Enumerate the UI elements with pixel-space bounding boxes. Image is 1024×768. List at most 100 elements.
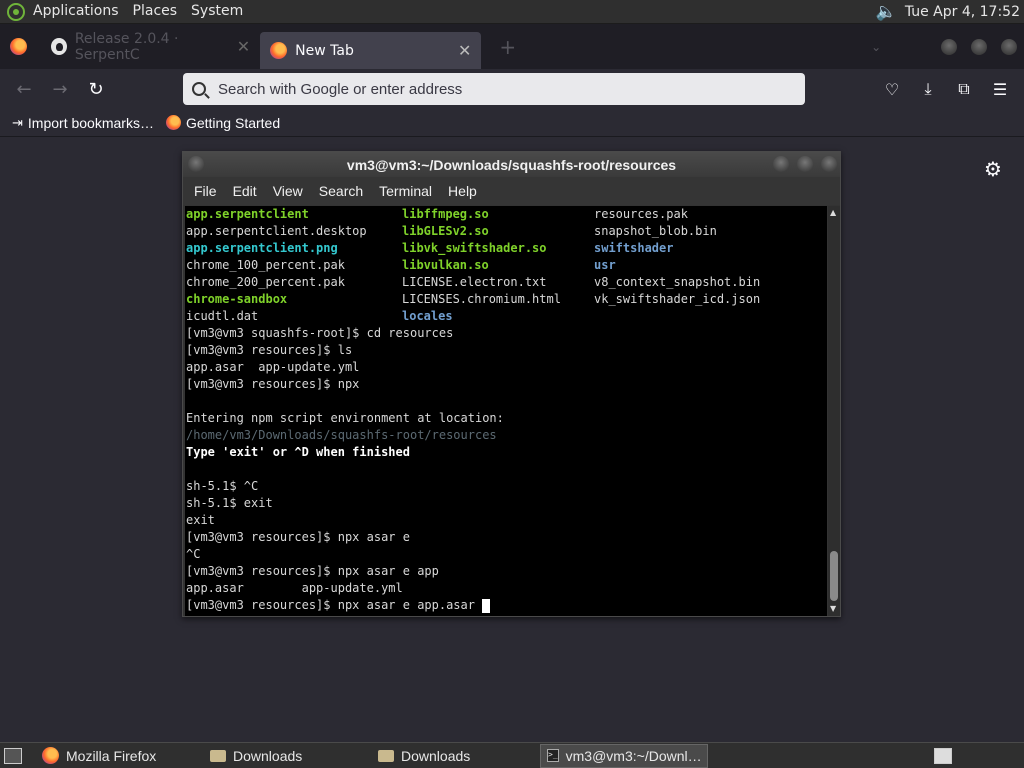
menu-edit[interactable]: Edit <box>225 183 265 199</box>
terminal-scrollbar[interactable]: ▲ ▼ <box>828 206 840 616</box>
terminal-menubar: File Edit View Search Terminal Help <box>183 177 840 205</box>
scroll-down-icon[interactable]: ▼ <box>830 604 836 613</box>
terminal-text: exit <box>186 513 215 527</box>
menu-places[interactable]: Places <box>126 0 185 24</box>
terminal-text: sh-5.1$ ^C <box>186 479 259 493</box>
terminal-line: ^C <box>185 546 827 563</box>
terminal-text: app.asar app-update.yml <box>186 581 403 595</box>
taskbar-item-downloads-1[interactable]: Downloads <box>204 744 372 768</box>
list-tabs-chevron-icon[interactable]: ⌄ <box>871 40 881 54</box>
terminal-line: app.serpentclient.desktop libGLESv2.so sna… <box>185 223 827 240</box>
bookmark-label: Getting Started <box>185 114 281 131</box>
file-entry: libffmpeg.so <box>402 207 489 221</box>
terminal-line: Entering npm script environment at locat… <box>185 410 827 427</box>
clock[interactable]: Tue Apr 4, 17:52 <box>897 4 1024 20</box>
terminal-cursor <box>482 598 491 613</box>
github-icon <box>50 38 67 55</box>
search-icon <box>192 82 206 96</box>
terminal-window[interactable]: vm3@vm3:~/Downloads/squashfs-root/resour… <box>182 151 841 617</box>
terminal-line: chrome-sandbox LICENSES.chromium.html vk_s… <box>185 291 827 308</box>
bookmark-import[interactable]: ⇥ Import bookmarks… <box>0 115 160 131</box>
task-label: Downloads <box>401 747 471 764</box>
file-entry: libvk_swiftshader.so <box>402 241 547 255</box>
close-tab-icon[interactable]: ✕ <box>458 41 471 60</box>
back-button[interactable]: ← <box>6 73 42 105</box>
volume-icon[interactable]: 🔈 <box>876 2 897 22</box>
tab-strip: Release 2.0.4 · SerpentC ✕ New Tab ✕ + ⌄ <box>0 24 1024 69</box>
close-icon[interactable] <box>821 156 837 172</box>
file-entry: resources.pak <box>594 207 688 221</box>
terminal-line: app.asar app-update.yml <box>185 359 827 376</box>
task-label: Downloads <box>233 747 303 764</box>
downloads-button[interactable]: ⤓ <box>910 69 946 109</box>
close-window-icon[interactable] <box>1001 38 1017 55</box>
file-entry: snapshot_blob.bin <box>594 224 717 238</box>
firefox-view-icon <box>10 38 27 55</box>
close-tab-icon[interactable]: ✕ <box>237 37 250 56</box>
terminal-line: chrome_200_percent.pak LICENSE.electron.t… <box>185 274 827 291</box>
terminal-line: app.asar app-update.yml <box>185 580 827 597</box>
terminal-text: [vm3@vm3 resources]$ npx asar e app.asar <box>186 598 483 612</box>
workspace-switcher-icon[interactable] <box>934 747 952 764</box>
terminal-text: app.asar app-update.yml <box>186 360 360 374</box>
taskbar-item-terminal[interactable]: >_ vm3@vm3:~/Downl… <box>540 743 708 768</box>
firefox-view-button[interactable] <box>0 24 36 69</box>
bookmark-getting-started[interactable]: Getting Started <box>160 115 286 131</box>
terminal-text: Entering npm script environment at locat… <box>186 411 504 425</box>
terminal-line: [vm3@vm3 resources]$ npx asar e <box>185 529 827 546</box>
tab-release[interactable]: Release 2.0.4 · SerpentC ✕ <box>36 24 260 69</box>
file-entry: icudtl.dat <box>186 309 259 323</box>
maximize-icon[interactable] <box>971 38 988 55</box>
show-desktop-icon[interactable] <box>4 747 22 764</box>
import-icon: ⇥ <box>12 114 23 130</box>
new-tab-plus-icon[interactable]: + <box>499 35 516 59</box>
file-entry: libGLESv2.so <box>402 224 489 238</box>
terminal-line: [vm3@vm3 resources]$ npx asar e app.asar <box>185 597 827 614</box>
pocket-button[interactable]: ♡ <box>874 69 910 109</box>
bottom-taskbar: Mozilla Firefox Downloads Downloads >_ v… <box>0 742 1024 768</box>
menu-help[interactable]: Help <box>440 183 485 199</box>
scrollbar-thumb[interactable] <box>830 551 838 601</box>
menu-terminal[interactable]: Terminal <box>371 183 440 199</box>
task-label: Mozilla Firefox <box>66 747 157 764</box>
gear-icon[interactable]: ⚙ <box>982 158 1004 180</box>
url-bar[interactable] <box>183 73 805 105</box>
terminal-line: [vm3@vm3 resources]$ npx asar e app <box>185 563 827 580</box>
file-entry: v8_context_snapshot.bin <box>594 275 761 289</box>
address-input[interactable] <box>218 80 778 98</box>
folder-icon <box>210 749 226 762</box>
reload-button[interactable]: ↻ <box>78 73 114 105</box>
firefox-icon <box>42 747 59 764</box>
scroll-up-icon[interactable]: ▲ <box>830 208 836 217</box>
file-entry: swiftshader <box>594 241 674 255</box>
folder-icon <box>378 749 394 762</box>
forward-button[interactable]: → <box>42 73 78 105</box>
menu-search[interactable]: Search <box>311 183 371 199</box>
extensions-button[interactable]: ⧉ <box>946 69 982 109</box>
terminal-titlebar[interactable]: vm3@vm3:~/Downloads/squashfs-root/resour… <box>183 152 840 177</box>
menu-system[interactable]: System <box>184 0 250 24</box>
file-entry: locales <box>402 309 453 323</box>
terminal-line: Type 'exit' or ^D when finished <box>185 444 827 461</box>
navigation-toolbar: ← → ↻ ♡ ⤓ ⧉ ☰ <box>0 69 1024 109</box>
menu-applications[interactable]: Applications <box>26 0 126 24</box>
menu-view[interactable]: View <box>265 183 311 199</box>
menu-button[interactable]: ☰ <box>982 69 1018 109</box>
distro-logo-icon[interactable] <box>6 2 26 22</box>
menu-file[interactable]: File <box>186 183 225 199</box>
tab-new-tab[interactable]: New Tab ✕ <box>260 32 482 69</box>
terminal-text: Type 'exit' or ^D when finished <box>186 445 410 459</box>
file-entry: app.serpentclient.desktop <box>186 224 367 238</box>
terminal-text: [vm3@vm3 resources]$ npx asar e app <box>186 564 439 578</box>
minimize-icon[interactable] <box>773 156 789 172</box>
terminal-line: icudtl.dat locales <box>185 308 827 325</box>
terminal-text: [vm3@vm3 squashfs-root]$ cd resources <box>186 326 454 340</box>
taskbar-item-downloads-2[interactable]: Downloads <box>372 744 540 768</box>
taskbar-item-firefox[interactable]: Mozilla Firefox <box>36 744 204 768</box>
terminal-icon: >_ <box>547 749 559 762</box>
terminal-output[interactable]: app.serpentclient libffmpeg.so resources.p… <box>185 206 827 616</box>
window-menu-icon[interactable] <box>188 156 204 172</box>
maximize-icon[interactable] <box>797 156 813 172</box>
minimize-icon[interactable] <box>941 38 958 55</box>
